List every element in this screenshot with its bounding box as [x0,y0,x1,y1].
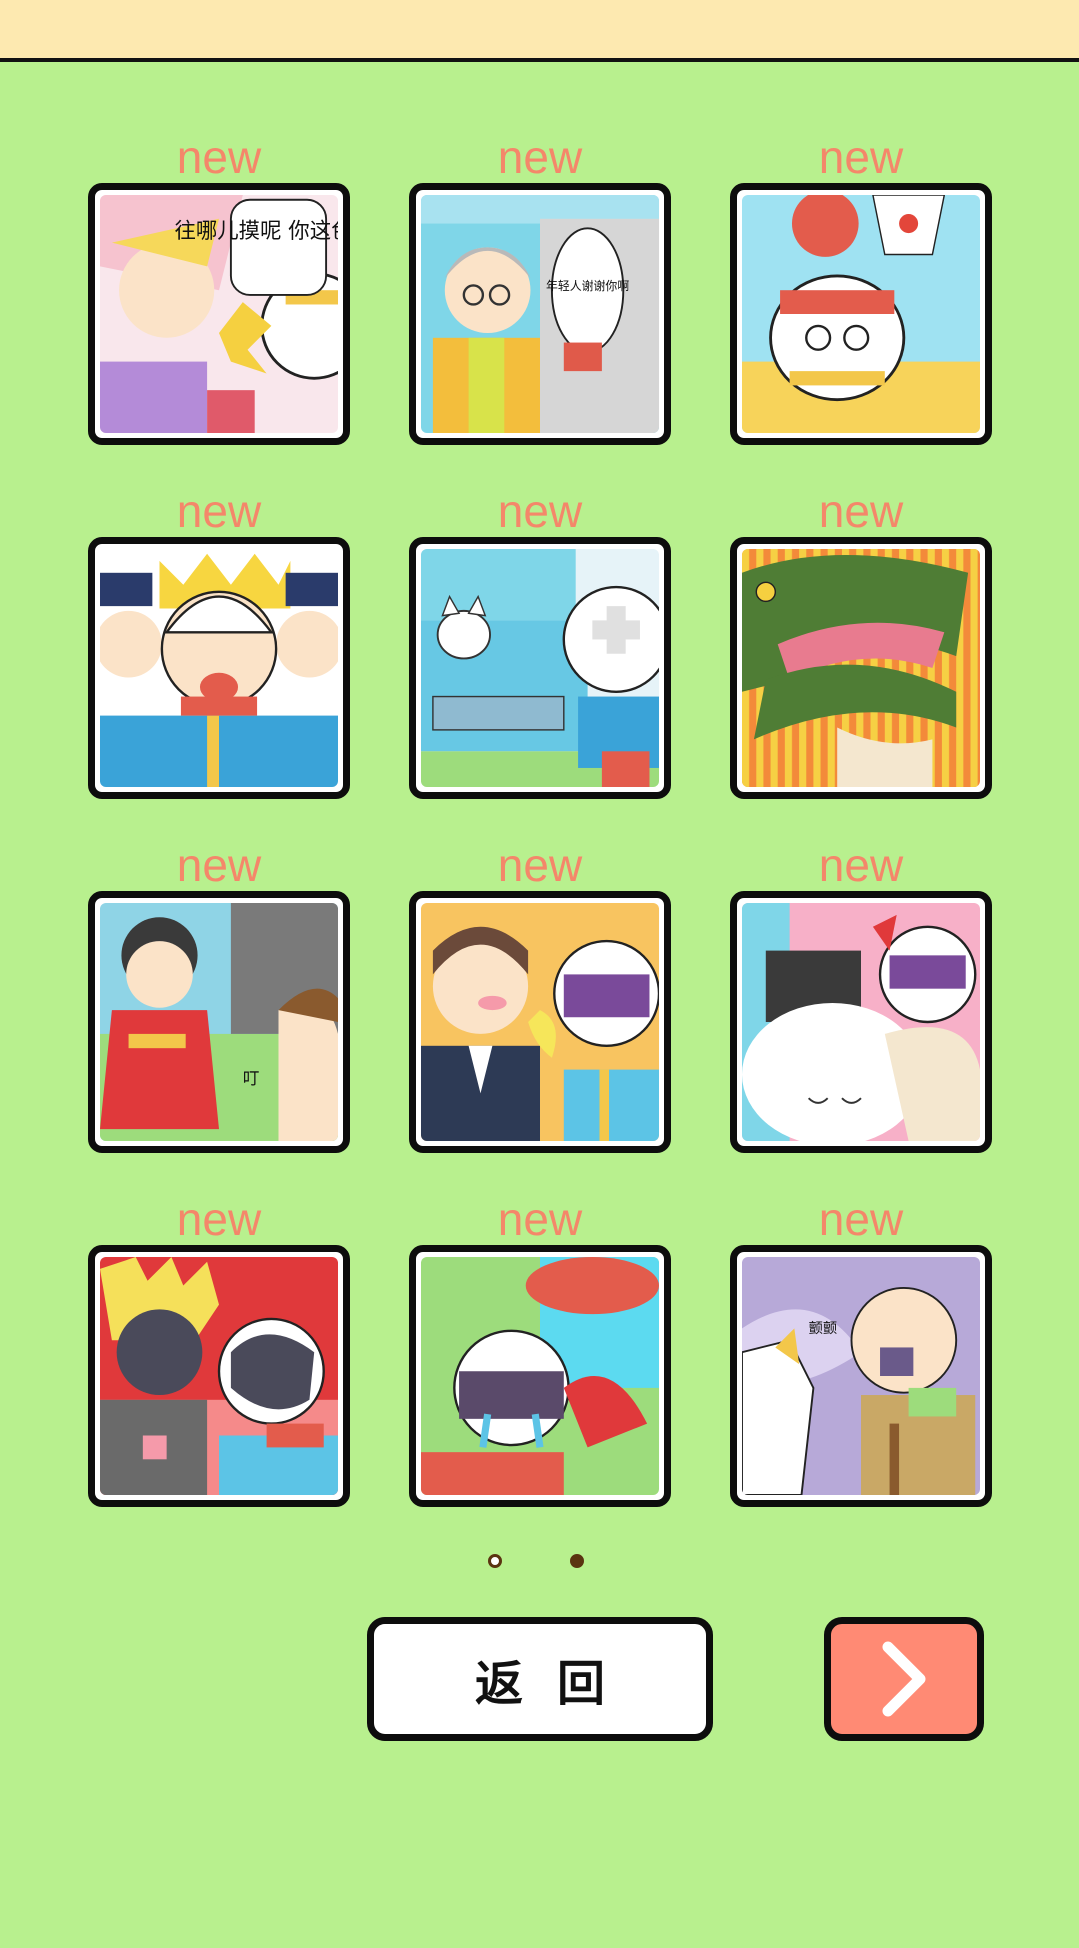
new-badge: new [497,839,583,891]
comic-crying-helmet-image [421,1257,659,1495]
level-thumbnail-10[interactable] [88,1245,350,1507]
level-thumbnail-9[interactable] [730,891,992,1153]
speech-text: 年轻人谢谢你啊 [546,279,629,293]
level-card-11: new [409,1193,671,1507]
level-card-12: new 颤颤 [730,1193,992,1507]
level-card-4: new [88,485,350,799]
level-thumbnail-3[interactable] [730,183,992,445]
new-badge: new [176,485,262,537]
level-thumbnail-11[interactable] [409,1245,671,1507]
level-thumbnail-8[interactable] [409,891,671,1153]
comic-crocodile-image [742,549,980,787]
level-card-7: new 叮 [88,839,350,1153]
level-card-3: new [730,131,992,445]
level-card-10: new [88,1193,350,1507]
new-badge: new [818,839,904,891]
comic-blonde-punk-image [100,1257,338,1495]
page-dot-2-active[interactable] [570,1554,584,1568]
level-card-8: new [409,839,671,1153]
level-card-2: new 年轻人谢谢你啊 [409,131,671,445]
comic-old-man-image: 颤颤 [742,1257,980,1495]
comic-office-kiss-image [421,903,659,1141]
back-button-label: 返回 [474,1656,639,1712]
level-card-9: new [730,839,992,1153]
comic-woman-slap-image: 往哪儿摸呢 你这色狼! [100,195,338,433]
level-thumbnail-1[interactable]: 往哪儿摸呢 你这色狼! [88,183,350,445]
speech-text: 往哪儿摸呢 你这色狼! [174,219,338,244]
new-badge: new [818,485,904,537]
new-badge: new [176,131,262,183]
page-indicator [488,1554,598,1578]
level-thumbnail-12[interactable]: 颤颤 [730,1245,992,1507]
page-dot-1[interactable] [488,1554,502,1568]
new-badge: new [497,131,583,183]
level-thumbnail-2[interactable]: 年轻人谢谢你啊 [409,183,671,445]
new-badge: new [176,839,262,891]
level-card-1: new 往哪儿摸呢 你这色狼! [88,131,350,445]
level-card-5: new [409,485,671,799]
comic-cat-car-image [421,549,659,787]
back-button[interactable]: 返回 [367,1617,713,1741]
sound-text: 叮 [243,1069,260,1088]
sound-text: 颤颤 [809,1319,838,1337]
new-badge: new [818,1193,904,1245]
level-thumbnail-6[interactable] [730,537,992,799]
comic-dizzy-helmet-image [742,195,980,433]
new-badge: new [818,131,904,183]
level-thumbnail-4[interactable] [88,537,350,799]
level-thumbnail-5[interactable] [409,537,671,799]
new-badge: new [176,1193,262,1245]
new-badge: new [497,1193,583,1245]
level-thumbnail-7[interactable]: 叮 [88,891,350,1153]
comic-pink-hug-image [742,903,980,1141]
chevron-right-icon [882,1641,926,1717]
comic-grandma-thanks-image: 年轻人谢谢你啊 [421,195,659,433]
level-card-6: new [730,485,992,799]
comic-kimono-image: 叮 [100,903,338,1141]
new-badge: new [497,485,583,537]
next-button[interactable] [824,1617,984,1741]
comic-police-image [100,549,338,787]
